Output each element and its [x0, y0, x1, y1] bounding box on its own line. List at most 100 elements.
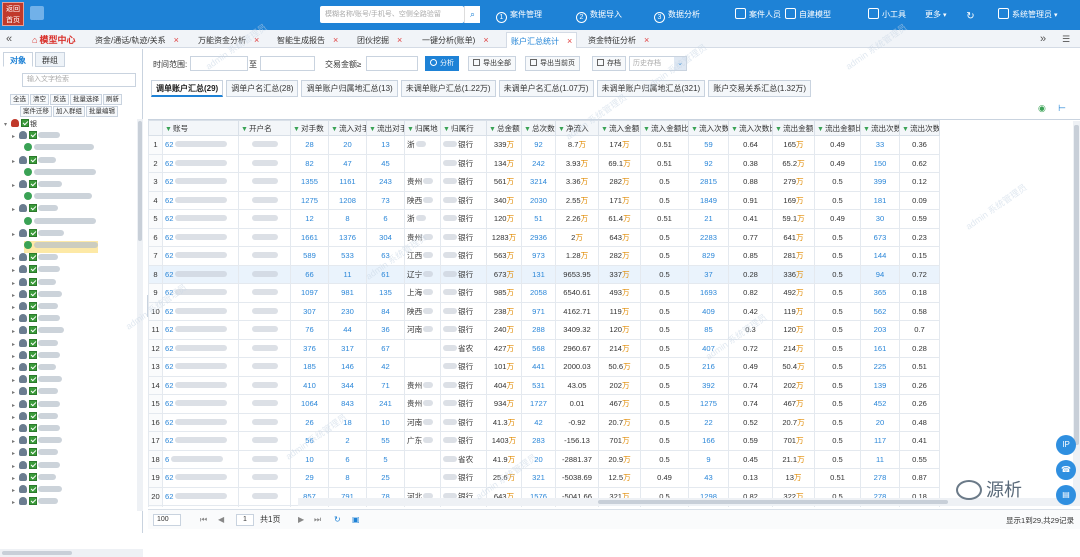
first-page-icon[interactable]: ⏮: [200, 514, 207, 526]
close-icon[interactable]: ×: [254, 35, 259, 45]
expand-icon[interactable]: ▸: [12, 278, 19, 290]
checkbox[interactable]: [21, 119, 29, 127]
table-row[interactable]: 19 62 29 8 25 银行 25.6万 321 -5038.69 12.5万 0.49 43 0.…: [148, 468, 940, 488]
table-cell[interactable]: 843: [328, 394, 367, 414]
tab-0[interactable]: ⌂ 模型中心: [32, 32, 75, 48]
topnav-more[interactable]: 更多 ▾: [925, 0, 946, 30]
tree-node[interactable]: ▸: [12, 424, 60, 436]
filter-icon[interactable]: ▼: [902, 126, 909, 133]
tree-scrollbar[interactable]: [137, 119, 143, 511]
expand-icon[interactable]: ▸: [12, 253, 19, 265]
table-cell[interactable]: 11: [328, 264, 367, 284]
checkbox[interactable]: [29, 497, 37, 506]
left-btn-buttons_row1-1[interactable]: 清空: [30, 94, 49, 105]
checkbox[interactable]: [29, 314, 37, 323]
close-icon[interactable]: ×: [644, 35, 649, 45]
tree-node[interactable]: ▸: [12, 253, 58, 265]
table-cell[interactable]: 62: [162, 357, 239, 377]
checkbox[interactable]: [29, 399, 37, 408]
table-cell[interactable]: 30: [860, 209, 900, 229]
topnav-refresh[interactable]: ↻: [965, 0, 979, 30]
table-cell[interactable]: 62: [162, 172, 239, 192]
table-cell[interactable]: 62: [162, 431, 239, 451]
tree-node[interactable]: ▸: [12, 180, 62, 192]
tree-node[interactable]: ▸: [12, 363, 56, 375]
table-cell[interactable]: 94: [860, 264, 900, 284]
table-cell[interactable]: 62: [162, 505, 239, 507]
table-cell[interactable]: 1376: [328, 227, 367, 247]
table-cell[interactable]: 1064: [290, 394, 329, 414]
table-cell[interactable]: 9: [688, 449, 729, 469]
table-cell[interactable]: 56: [290, 431, 329, 451]
subtab-0[interactable]: 调单账户汇总(29): [151, 80, 224, 97]
checkbox[interactable]: [29, 387, 37, 396]
table-cell[interactable]: 6: [366, 209, 405, 229]
filter-icon[interactable]: ▼: [731, 126, 738, 133]
table-cell[interactable]: 317: [328, 338, 367, 358]
table-cell[interactable]: 288: [521, 320, 556, 340]
table-cell[interactable]: 62: [162, 227, 239, 247]
table-cell[interactable]: 1849: [688, 190, 729, 210]
expand-icon[interactable]: ▸: [12, 290, 19, 302]
topnav-analysis[interactable]: 3 数据分析: [654, 0, 700, 30]
table-row[interactable]: 14 62 410 344 71 贵州 银行 404万 531 43.05 202万 0.5 392 0.…: [148, 375, 940, 395]
close-icon[interactable]: ×: [397, 35, 402, 45]
table-cell[interactable]: 62: [162, 209, 239, 229]
table-row[interactable]: 17 62 56 2 55 广东 银行 1403万 283 -156.13 701万 0.5 166 0.…: [148, 431, 940, 451]
table-row[interactable]: 11 62 76 44 36 河南 银行 240万 288 3409.32 120万 0.5 85 0.3…: [148, 320, 940, 340]
subtab-2[interactable]: 调单账户归属地汇总(13): [301, 80, 398, 97]
expand-icon[interactable]: ▸: [12, 485, 19, 497]
table-cell[interactable]: 2030: [521, 190, 556, 210]
filter-icon[interactable]: ▼: [558, 126, 565, 133]
phone-float-button[interactable]: ☎: [1056, 460, 1076, 480]
tree-node[interactable]: ▸: [12, 350, 60, 363]
table-cell[interactable]: 589: [290, 246, 329, 266]
checkbox[interactable]: [29, 155, 37, 164]
filter-icon[interactable]: ▼: [369, 126, 376, 133]
table-cell[interactable]: 531: [521, 375, 556, 395]
table-cell[interactable]: 2058: [521, 283, 556, 303]
table-cell[interactable]: 829: [688, 246, 729, 266]
checkbox[interactable]: [29, 204, 37, 213]
checkbox[interactable]: [29, 460, 37, 469]
table-row[interactable]: 8 62 66 11 61 辽宁 银行 673万 131 9653.95 337万 0.5 37 0.28…: [148, 264, 940, 284]
column-header[interactable]: ▼流出对手: [366, 120, 405, 136]
table-cell[interactable]: 37: [688, 264, 729, 284]
expand-icon[interactable]: ▸: [12, 326, 19, 338]
table-cell[interactable]: 2: [328, 431, 367, 451]
expand-icon[interactable]: ▸: [12, 424, 19, 436]
column-header[interactable]: ▼归属行: [440, 120, 487, 136]
column-header[interactable]: ▼流出次数: [860, 120, 900, 136]
filter-icon[interactable]: ▼: [691, 126, 698, 133]
topnav-import[interactable]: 2 数据导入: [576, 0, 622, 30]
checkbox[interactable]: [29, 265, 37, 274]
object-search-input[interactable]: 输入文字检索: [22, 73, 136, 87]
expand-icon[interactable]: ▸: [12, 180, 19, 192]
close-icon[interactable]: ×: [333, 35, 338, 45]
topnav-people[interactable]: 案件人员: [735, 0, 781, 30]
checkbox[interactable]: [29, 253, 37, 262]
table-cell[interactable]: 22: [688, 412, 729, 432]
table-cell[interactable]: 283: [521, 431, 556, 451]
table-cell[interactable]: 71: [366, 375, 405, 395]
tree-node[interactable]: [24, 192, 92, 204]
checkbox[interactable]: [29, 485, 37, 493]
table-cell[interactable]: 2815: [688, 172, 729, 192]
subtab-6[interactable]: 账户交易关系汇总(1.32万): [708, 80, 812, 97]
table-cell[interactable]: 62: [162, 394, 239, 414]
table-cell[interactable]: 242: [521, 153, 556, 173]
table-cell[interactable]: 26: [290, 412, 329, 432]
expand-icon[interactable]: ▸: [12, 436, 19, 448]
table-cell[interactable]: 92: [688, 153, 729, 173]
table-cell[interactable]: 51: [521, 209, 556, 229]
filter-icon[interactable]: ▼: [524, 126, 531, 133]
table-cell[interactable]: 6: [162, 449, 239, 469]
expand-icon[interactable]: ▸: [12, 412, 19, 424]
filter-icon[interactable]: ▼: [489, 126, 496, 133]
table-cell[interactable]: 568: [521, 338, 556, 358]
table-cell[interactable]: 13: [366, 135, 405, 155]
table-cell[interactable]: 2283: [688, 227, 729, 247]
tabs-next-icon[interactable]: »: [1040, 30, 1046, 48]
tree-node[interactable]: ▸: [12, 387, 58, 399]
list-float-button[interactable]: ▤: [1056, 485, 1076, 505]
